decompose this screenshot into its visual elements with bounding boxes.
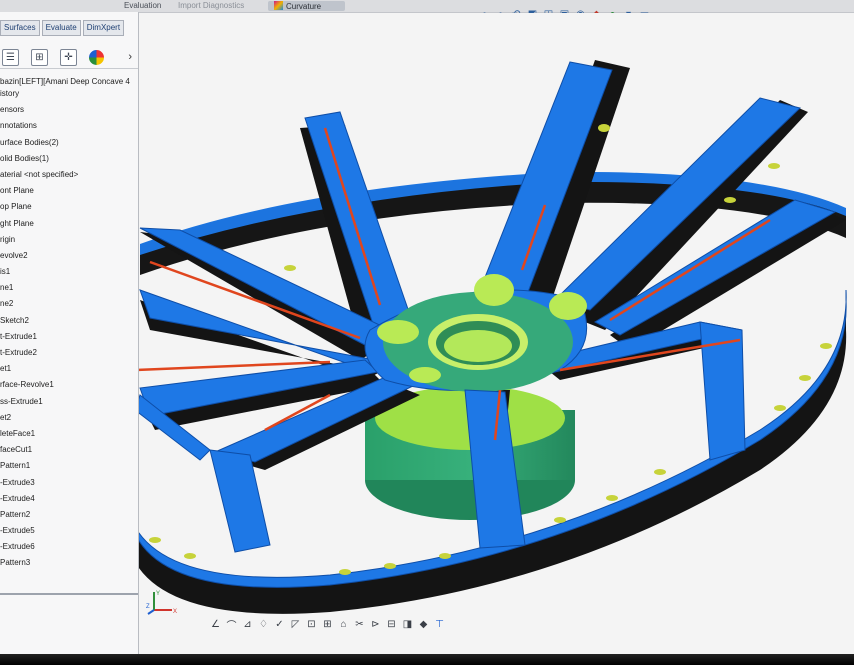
feature-tree-item[interactable]: et2 bbox=[0, 410, 138, 426]
feature-tree-item[interactable]: is1 bbox=[0, 264, 138, 280]
display-icon[interactable]: ◆ bbox=[418, 618, 429, 630]
offset-icon[interactable]: ⌂ bbox=[338, 618, 349, 630]
triad-x-label: X bbox=[173, 609, 177, 615]
tab-evaluate[interactable]: Evaluate bbox=[41, 20, 81, 36]
triad-z-label: Z bbox=[146, 604, 150, 610]
extend-icon[interactable]: ⊳ bbox=[370, 618, 381, 630]
smart-dimension-icon[interactable]: ◨ bbox=[402, 618, 413, 630]
lug-hole bbox=[549, 292, 587, 320]
feature-tree-item[interactable]: Pattern3 bbox=[0, 555, 138, 571]
triad-y-label: Y bbox=[156, 591, 160, 597]
more-tabs-arrow[interactable]: › bbox=[128, 51, 132, 63]
feature-tree-item[interactable]: op Plane bbox=[0, 199, 138, 215]
feature-manager-panel: Surfaces Evaluate DimXpert ☰ ⊞ ✛ › bazin… bbox=[0, 12, 139, 665]
feature-tree-item[interactable]: et1 bbox=[0, 361, 138, 377]
sketch-icon[interactable]: ⊤ bbox=[434, 618, 445, 630]
arc-icon[interactable]: ⌒ bbox=[226, 618, 237, 632]
feature-tree-item[interactable]: olid Bodies(1) bbox=[0, 151, 138, 167]
tab-surfaces[interactable]: Surfaces bbox=[0, 20, 40, 36]
feature-tree-item[interactable]: istory bbox=[0, 86, 138, 102]
tab-curvature[interactable]: Curvature bbox=[268, 1, 346, 11]
feature-tree-item[interactable]: t-Extrude1 bbox=[0, 329, 138, 345]
feature-tree-item[interactable]: rface-Revolve1 bbox=[0, 377, 138, 393]
horizontal-scrollbar[interactable] bbox=[0, 593, 138, 595]
feature-tree-item[interactable]: rigin bbox=[0, 232, 138, 248]
feature-tree-item[interactable]: urface Bodies(2) bbox=[0, 135, 138, 151]
feature-tree-item[interactable]: -Extrude6 bbox=[0, 539, 138, 555]
manager-tabs: ☰ ⊞ ✛ › bbox=[0, 46, 138, 69]
part-root-node[interactable]: bazin[LEFT][Amani Deep Concave 4 bbox=[0, 69, 138, 86]
feature-tree-item[interactable]: Sketch2 bbox=[0, 313, 138, 329]
feature-tree-item[interactable]: -Extrude3 bbox=[0, 475, 138, 491]
mirror-icon[interactable]: ⊡ bbox=[306, 618, 317, 630]
feature-tree-item[interactable]: ensors bbox=[0, 102, 138, 118]
feature-tree-item[interactable]: ont Plane bbox=[0, 183, 138, 199]
chamfer-icon[interactable]: ◸ bbox=[290, 618, 301, 630]
command-manager-tabs: Surfaces Evaluate DimXpert bbox=[0, 20, 138, 36]
feature-tree-icon[interactable]: ☰ bbox=[2, 48, 19, 66]
convert-icon[interactable]: ⊟ bbox=[386, 618, 397, 630]
sketch-line-icon[interactable]: ∠ bbox=[210, 618, 221, 630]
property-manager-icon[interactable]: ⊞ bbox=[31, 48, 48, 66]
feature-tree: istory ensors nnotations urface Bodies(2) ol… bbox=[0, 86, 138, 572]
feature-tree-item[interactable]: t-Extrude2 bbox=[0, 345, 138, 361]
feature-tree-item[interactable]: -Extrude4 bbox=[0, 491, 138, 507]
tab-evaluation[interactable]: Evaluation bbox=[124, 1, 161, 10]
feature-tree-item[interactable]: -Extrude5 bbox=[0, 523, 138, 539]
reference-triad: X Y Z bbox=[146, 591, 177, 615]
relation-icon[interactable]: ♢ bbox=[258, 618, 269, 630]
feature-tree-item[interactable]: ne1 bbox=[0, 280, 138, 296]
configuration-manager-icon[interactable]: ✛ bbox=[60, 48, 77, 66]
graphics-viewport[interactable] bbox=[139, 13, 854, 665]
feature-tree-item[interactable]: Pattern1 bbox=[0, 458, 138, 474]
pattern-icon[interactable]: ⊞ bbox=[322, 618, 333, 630]
feature-tree-item[interactable]: evolve2 bbox=[0, 248, 138, 264]
tab-dimxpert[interactable]: DimXpert bbox=[82, 20, 125, 36]
tab-import-diagnostics[interactable]: Import Diagnostics bbox=[178, 1, 244, 10]
dimension-icon[interactable]: ⊿ bbox=[242, 618, 253, 630]
appearance-icon[interactable] bbox=[89, 49, 104, 65]
monitor-bezel bbox=[0, 654, 854, 665]
lug-hole bbox=[377, 320, 419, 344]
context-toolbar: ∠ ⌒ ⊿ ♢ ✓ ◸ ⊡ ⊞ ⌂ ✂ ⊳ ⊟ ◨ ◆ ⊤ bbox=[210, 618, 445, 632]
lug-hole bbox=[409, 367, 441, 383]
feature-tree-item[interactable]: Pattern2 bbox=[0, 507, 138, 523]
feature-tree-item[interactable]: ght Plane bbox=[0, 216, 138, 232]
tab-curvature-label: Curvature bbox=[286, 2, 322, 11]
lug-hole bbox=[474, 274, 514, 306]
fillet-icon[interactable]: ✓ bbox=[274, 618, 285, 630]
trim-icon[interactable]: ✂ bbox=[354, 618, 365, 630]
feature-tree-item[interactable]: ne2 bbox=[0, 296, 138, 312]
feature-tree-item[interactable]: faceCut1 bbox=[0, 442, 138, 458]
feature-tree-item[interactable]: leteFace1 bbox=[0, 426, 138, 442]
curvature-icon bbox=[274, 1, 283, 10]
feature-tree-item[interactable]: aterial <not specified> bbox=[0, 167, 138, 183]
feature-tree-item[interactable]: nnotations bbox=[0, 118, 138, 134]
feature-tree-item[interactable]: ss-Extrude1 bbox=[0, 394, 138, 410]
